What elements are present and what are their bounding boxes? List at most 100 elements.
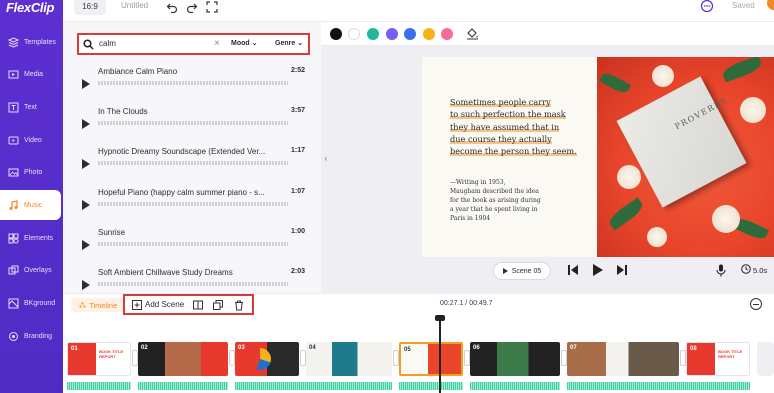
track-name: Hypnotic Dreamy Soundscape (Extended Ver… [98,147,266,156]
color-swatch-teal[interactable] [367,28,379,40]
delete-icon[interactable] [234,300,244,311]
save-status: Saved [732,1,755,10]
sidebar-item-templates[interactable]: Templates [0,27,63,57]
fill-bucket-icon[interactable] [466,27,479,40]
timeline-toggle-button[interactable]: ⁂ Timeline [71,298,125,312]
track-waveform [98,242,288,246]
play-icon[interactable] [82,79,90,89]
sidebar-item-label: Music [24,201,43,209]
timeline-clip[interactable]: 08 BOOK TITLE REPORT [686,342,750,376]
music-track[interactable]: Sunrise 1:00 [77,223,309,263]
sidebar-item-overlays[interactable]: Overlays [0,255,63,285]
timeline-clip[interactable]: 02 [138,342,228,376]
color-swatch-pink[interactable] [441,28,453,40]
color-swatch-purple[interactable] [386,28,398,40]
add-clip-button[interactable] [757,342,774,376]
next-scene-icon[interactable] [617,264,627,276]
clock-icon [741,264,751,274]
flower-decoration [712,205,740,233]
sidebar-item-text[interactable]: Text [0,92,63,122]
audio-track[interactable] [470,382,560,390]
play-icon[interactable] [82,240,90,250]
redo-icon[interactable] [186,1,198,13]
timeline-clip[interactable]: 01 BOOK TITLE REPORT [67,342,131,376]
music-track[interactable]: In The Clouds 3:57 [77,102,309,142]
music-track[interactable]: Ambiance Calm Piano 2:52 [77,62,309,102]
audio-track[interactable] [235,382,392,390]
genre-label: Genre [275,40,296,47]
music-track[interactable]: Hypnotic Dreamy Soundscape (Extended Ver… [77,142,309,182]
fullscreen-icon[interactable] [206,1,218,13]
play-icon[interactable] [82,159,90,169]
color-swatch-yellow[interactable] [423,28,435,40]
timeline-clip[interactable]: 07 [567,342,679,376]
scene-duration[interactable]: 5.0s [753,266,767,275]
sidebar-item-video[interactable]: Video [0,125,63,155]
music-search-bar: calm × Mood ⌄ Genre ⌄ [77,33,310,55]
sidebar-item-bkground[interactable]: BKground [0,288,63,318]
chat-icon[interactable] [700,0,714,14]
play-icon[interactable] [82,280,90,290]
play-circle-icon [502,268,508,274]
quote-line: they have assumed that in [450,121,560,132]
avatar[interactable] [767,0,774,10]
mood-dropdown[interactable]: Mood ⌄ [231,39,258,47]
audio-track[interactable] [567,382,750,390]
scene-selector[interactable]: Scene 05 [493,262,551,280]
undo-icon[interactable] [166,1,178,13]
flexclip-logo[interactable]: FlexClip [6,0,64,15]
timeline-clip-selected[interactable]: 05 [399,342,463,376]
previous-scene-icon[interactable] [568,264,578,276]
color-swatch-black[interactable] [330,28,342,40]
timeline-clip[interactable]: 04 [306,342,392,376]
slide-note[interactable]: —Writing in 1953, Maugham described the … [450,178,570,223]
slide-quote[interactable]: Sometimes people carry to such perfectio… [450,96,595,157]
color-toolbar [321,22,774,46]
project-title[interactable]: Untitled [121,1,148,10]
sidebar-item-media[interactable]: Media [0,59,63,89]
play-icon[interactable] [82,119,90,129]
track-duration: 1:00 [291,228,306,235]
player-controls: Scene 05 5.0s [321,258,774,285]
audio-track[interactable] [67,382,131,390]
sidebar-item-label: Branding [24,332,53,340]
sidebar-item-branding[interactable]: Branding [0,321,63,351]
collapse-panel-button[interactable]: ‹ [321,136,331,180]
sidebar-item-music[interactable]: Music [0,190,61,220]
genre-dropdown[interactable]: Genre ⌄ [275,39,303,47]
timeline-clip[interactable]: 03 [235,342,299,376]
sidebar-item-label: Video [24,136,42,144]
templates-icon [7,36,19,48]
timeline-clip[interactable]: 06 [470,342,560,376]
color-swatch-blue[interactable] [404,28,416,40]
track-name: Ambiance Calm Piano [98,67,178,76]
search-input[interactable]: calm [99,39,116,48]
clear-search-icon[interactable]: × [214,38,220,49]
slide-preview[interactable]: Sometimes people carry to such perfectio… [422,57,774,257]
scene-tools: Add Scene [123,294,254,315]
sidebar-item-elements[interactable]: Elements [0,223,63,253]
clip-caption: BOOK TITLE REPORT [99,349,124,359]
track-waveform [98,121,288,125]
color-swatch-white[interactable] [348,28,360,40]
track-waveform [98,282,288,286]
play-icon[interactable] [592,263,604,277]
clip-number: 05 [404,347,411,353]
play-icon[interactable] [82,200,90,210]
add-scene-icon[interactable] [132,300,142,310]
audio-track[interactable] [138,382,228,390]
playhead[interactable] [439,316,441,393]
clip-caption: BOOK TITLE REPORT [718,349,743,359]
duplicate-icon[interactable] [213,300,223,310]
music-track[interactable]: Hopeful Piano (happy calm summer piano -… [77,183,309,223]
audio-track[interactable] [399,382,463,390]
microphone-icon[interactable] [716,264,726,277]
add-scene-button[interactable]: Add Scene [145,300,184,309]
aspect-ratio-button[interactable]: 16:9 [74,0,106,15]
split-icon[interactable] [193,300,203,310]
zoom-out-icon[interactable] [750,298,762,310]
timeline-toolbar: ⁂ Timeline Add Scene 00:27.1 / 00:49.7 [63,293,774,315]
sidebar: FlexClip Templates Media Text Video Phot… [0,0,63,393]
search-icon [83,39,94,50]
sidebar-item-photo[interactable]: Photo [0,157,63,187]
